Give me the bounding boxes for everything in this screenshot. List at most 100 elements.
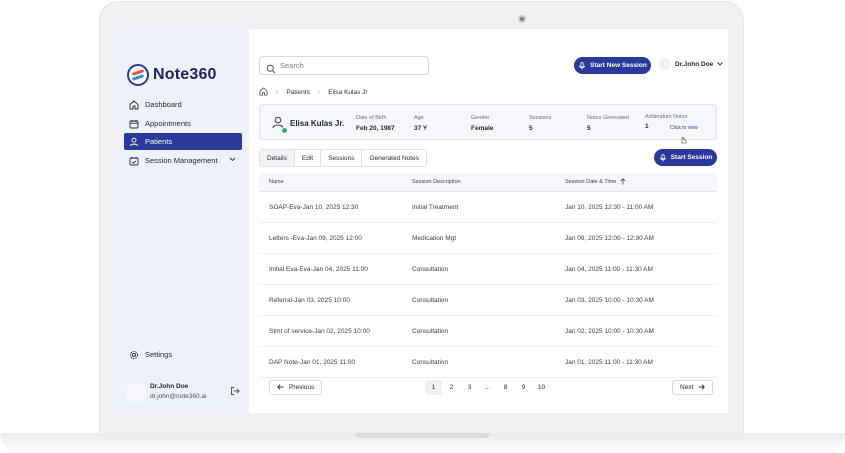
- table-row[interactable]: Initial Eva-Eva-Jan 04, 2025 11:00 Consu…: [259, 254, 717, 285]
- next-label: Next: [680, 384, 694, 391]
- column-header-datetime[interactable]: Session Date & Time: [565, 177, 717, 187]
- table-row[interactable]: SOAP-Eva-Jan 10, 2025 12:30 Initial Trea…: [259, 192, 717, 223]
- page-button-10[interactable]: 10: [533, 380, 550, 395]
- table-header: Name Session Description Session Date & …: [259, 173, 717, 192]
- field-label: Notes Generated: [587, 115, 629, 121]
- tab-edit[interactable]: Edit: [294, 150, 322, 166]
- patient-summary-card: Elisa Kulas Jr. Date of Birth Feb 20, 19…: [259, 104, 717, 144]
- breadcrumb: › Patients › Elisa Kulas Jr: [259, 87, 368, 98]
- patient-field-gender: Gender Female: [471, 115, 493, 132]
- camera-icon: [518, 15, 526, 23]
- arrow-left-icon: [277, 383, 284, 392]
- column-header-description[interactable]: Session Description: [412, 179, 565, 185]
- home-icon: [129, 100, 139, 110]
- pagination: Previous 1 2 3 ... 8 9 10 Next: [259, 373, 717, 399]
- sidebar-item-label: Appointments: [145, 119, 191, 128]
- page-button-1[interactable]: 1: [425, 380, 442, 395]
- cell-description: Consultation: [412, 327, 449, 335]
- home-icon[interactable]: [259, 87, 268, 98]
- patient-field-sessions: Sessions 5: [529, 115, 551, 132]
- field-label: Addendum Notes: [645, 114, 688, 120]
- cell-datetime: Jan 04, 2025 11:00 - 11:30 AM: [565, 265, 653, 273]
- chevron-down-icon[interactable]: [229, 157, 236, 164]
- field-label: Date of Birth: [356, 115, 387, 121]
- user-icon: [129, 137, 139, 147]
- avatar: [126, 383, 146, 403]
- sidebar-item-label: Settings: [145, 350, 173, 359]
- cell-name: DAP Note-Jan 01, 2025 11:00: [269, 358, 356, 366]
- logo-text: Note360: [153, 66, 217, 83]
- start-session-button[interactable]: Start Session: [654, 149, 717, 166]
- sidebar-user: Dr.John Doe dr.john@note360.ai: [126, 381, 241, 407]
- table-row[interactable]: Referral-Jan 03, 2025 10:00 Consultation…: [259, 285, 717, 316]
- cell-name: Initial Eva-Eva-Jan 04, 2025 11:00: [269, 265, 368, 273]
- page-button-9[interactable]: 9: [515, 380, 532, 395]
- header-user-menu[interactable]: Dr.John Doe: [659, 58, 724, 70]
- cell-description: Medication Mgt: [412, 234, 457, 242]
- page-button-3[interactable]: 3: [461, 380, 478, 395]
- field-label: Age: [414, 115, 424, 121]
- cell-name: Referral-Jan 03, 2025 10:00: [269, 296, 350, 304]
- main-content: Start New Session Dr.John Doe › Patients…: [249, 29, 728, 413]
- sidebar-item-patients[interactable]: Patients: [124, 133, 242, 150]
- logout-icon[interactable]: [230, 383, 240, 395]
- column-header-name[interactable]: Name: [259, 179, 412, 185]
- cell-name: Stmt of service-Jan 02, 2025 10:00: [269, 327, 370, 335]
- tab-details[interactable]: Details: [260, 150, 295, 166]
- chevron-down-icon: [717, 61, 724, 68]
- app-screen: Note360 Dashboard Appointments Patients …: [116, 29, 728, 413]
- previous-page-button[interactable]: Previous: [269, 380, 323, 395]
- sidebar-item-appointments[interactable]: Appointments: [124, 115, 242, 132]
- arrow-right-icon: [698, 383, 706, 392]
- laptop-notch: [355, 433, 490, 438]
- page-button-8[interactable]: 8: [497, 380, 514, 395]
- page-button-2[interactable]: 2: [443, 380, 460, 395]
- tab-sessions[interactable]: Sessions: [321, 150, 363, 166]
- search-input[interactable]: [280, 61, 410, 70]
- search-box[interactable]: [259, 56, 429, 75]
- sessions-table: Name Session Description Session Date & …: [259, 173, 717, 378]
- sidebar-item-session-management[interactable]: Session Management: [124, 152, 242, 169]
- tab-generated-notes[interactable]: Generated Notes: [362, 150, 426, 166]
- field-value: 5: [529, 125, 533, 132]
- table-row[interactable]: Letters -Eva-Jan 09, 2025 12:00 Medicati…: [259, 223, 717, 254]
- table-row[interactable]: Stmt of service-Jan 02, 2025 10:00 Consu…: [259, 316, 717, 347]
- sidebar-item-settings[interactable]: Settings: [124, 346, 242, 363]
- patient-field-dob: Date of Birth Feb 20, 1987: [356, 115, 395, 132]
- sidebar-item-label: Patients: [145, 137, 173, 146]
- logo-mark-icon: [127, 64, 149, 86]
- cell-datetime: Jan 10, 2025 12:30 - 11:00 AM: [565, 203, 654, 211]
- cell-description: Consultation: [412, 265, 449, 273]
- cursor-pointer-icon: [680, 131, 687, 144]
- logo[interactable]: Note360: [127, 64, 217, 86]
- column-header-label: Session Date & Time: [565, 179, 617, 185]
- user-name: Dr.John Doe: [150, 383, 189, 390]
- sidebar: Note360 Dashboard Appointments Patients …: [116, 29, 249, 413]
- field-value: 37 Y: [414, 125, 428, 132]
- patient-field-age: Age 37 Y: [414, 115, 427, 132]
- patient-name: Elisa Kulas Jr.: [290, 119, 345, 128]
- previous-label: Previous: [289, 384, 315, 391]
- page-ellipsis: ...: [484, 384, 491, 391]
- breadcrumb-item-patients[interactable]: Patients: [286, 89, 310, 96]
- cell-datetime: Jan 09, 2025 12:00 - 12:30 AM: [565, 234, 654, 242]
- chevron-right-icon: ›: [317, 89, 321, 96]
- online-status-dot: [281, 127, 288, 134]
- avatar: [659, 58, 671, 70]
- microphone-icon: [578, 61, 586, 70]
- header-user-name: Dr.John Doe: [675, 60, 714, 68]
- microphone-icon: [659, 153, 667, 162]
- field-value: 5: [587, 125, 591, 132]
- sidebar-item-dashboard[interactable]: Dashboard: [124, 96, 242, 113]
- breadcrumb-item-current: Elisa Kulas Jr: [328, 89, 368, 96]
- chevron-right-icon: ›: [276, 89, 279, 96]
- next-page-button[interactable]: Next: [672, 380, 714, 395]
- calendar-check-icon: [129, 156, 139, 166]
- start-new-session-button[interactable]: Start New Session: [574, 57, 651, 74]
- start-new-session-label: Start New Session: [590, 62, 647, 69]
- sort-arrow-up-icon[interactable]: [620, 177, 626, 187]
- field-value: Female: [471, 125, 494, 132]
- cell-description: Initial Treatment: [412, 203, 459, 211]
- patient-field-notes-generated: Notes Generated 5: [587, 115, 629, 132]
- cell-datetime: Jan 02, 2025 10:00 - 10:30 AM: [565, 327, 654, 335]
